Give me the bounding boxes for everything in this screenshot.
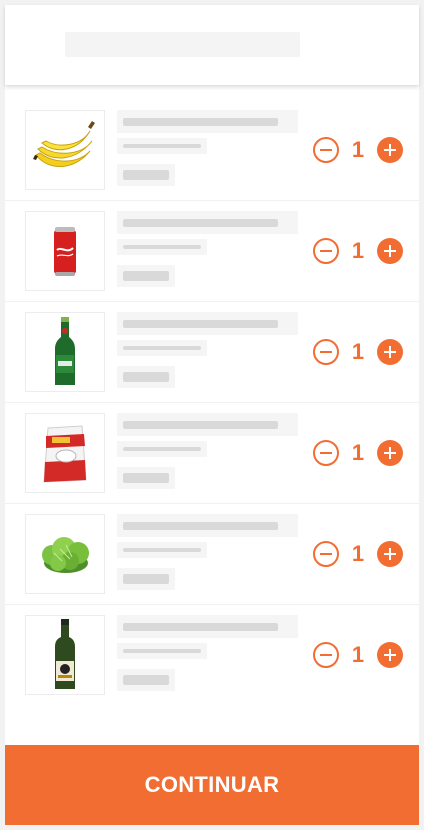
detail-placeholder [117,239,207,255]
cart-item: 1 [5,403,419,504]
title-placeholder [65,32,300,57]
cart-item: 1 [5,504,419,605]
header [5,5,419,85]
name-placeholder [117,312,298,335]
minus-icon [320,149,332,151]
minus-icon [320,553,332,555]
rice-bag-icon [25,413,105,493]
price-placeholder [117,467,175,489]
price-placeholder [117,669,175,691]
price-placeholder [117,265,175,287]
quantity-stepper: 1 [313,440,403,466]
decrease-button[interactable] [313,541,339,567]
price-placeholder [117,164,175,186]
quantity-stepper: 1 [313,541,403,567]
decrease-button[interactable] [313,440,339,466]
decrease-button[interactable] [313,238,339,264]
decrease-button[interactable] [313,137,339,163]
name-placeholder [117,211,298,234]
detail-placeholder [117,441,207,457]
quantity-stepper: 1 [313,238,403,264]
quantity-value: 1 [351,339,365,364]
cart-item: 1 [5,605,419,706]
quantity-value: 1 [351,642,365,667]
detail-placeholder [117,542,207,558]
decrease-button[interactable] [313,339,339,365]
price-placeholder [117,366,175,388]
name-placeholder [117,413,298,436]
detail-placeholder [117,643,207,659]
price-placeholder [117,568,175,590]
cart-list: 1 1 1 1 1 1 [5,100,419,706]
minus-icon [320,452,332,454]
minus-icon [320,250,332,252]
minus-icon [320,654,332,656]
checkout-screen: 1 1 1 1 1 1 CONTINUAR [5,5,419,825]
quantity-value: 1 [351,541,365,566]
name-placeholder [117,110,298,133]
increase-button[interactable] [377,137,403,163]
increase-button[interactable] [377,440,403,466]
cart-item: 1 [5,201,419,302]
increase-button[interactable] [377,339,403,365]
name-placeholder [117,615,298,638]
beer-bottle-icon [25,312,105,392]
detail-placeholder [117,340,207,356]
quantity-value: 1 [351,440,365,465]
quantity-value: 1 [351,238,365,263]
lettuce-icon [25,514,105,594]
increase-button[interactable] [377,238,403,264]
decrease-button[interactable] [313,642,339,668]
quantity-stepper: 1 [313,339,403,365]
cart-item: 1 [5,302,419,403]
continue-button[interactable]: CONTINUAR [5,745,419,825]
olive-oil-bottle-icon [25,615,105,695]
quantity-value: 1 [351,137,365,162]
quantity-stepper: 1 [313,137,403,163]
increase-button[interactable] [377,642,403,668]
increase-button[interactable] [377,541,403,567]
name-placeholder [117,514,298,537]
soda-can-icon [25,211,105,291]
quantity-stepper: 1 [313,642,403,668]
banana-bunch-icon [25,110,105,190]
detail-placeholder [117,138,207,154]
minus-icon [320,351,332,353]
cart-item: 1 [5,100,419,201]
